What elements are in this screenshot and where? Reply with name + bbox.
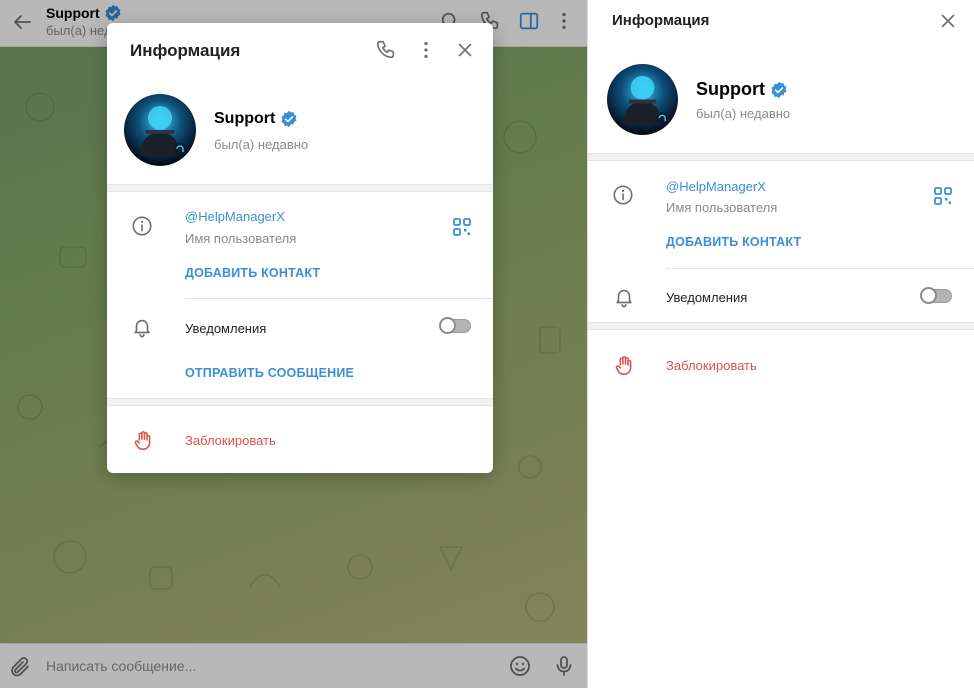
- notifications-label: Уведомления: [185, 321, 267, 336]
- info-icon: [613, 185, 633, 205]
- contact-name-text: Support: [214, 110, 276, 127]
- avatar[interactable]: [607, 64, 678, 135]
- block-button[interactable]: Заблокировать: [666, 358, 757, 373]
- more-vertical-icon[interactable]: [415, 39, 437, 61]
- verified-badge-icon: [281, 110, 297, 128]
- contact-name: Support: [696, 79, 788, 100]
- username-label: Имя пользователя: [666, 200, 778, 215]
- info-icon: [132, 216, 152, 236]
- close-icon[interactable]: [937, 10, 959, 32]
- notifications-toggle[interactable]: [920, 287, 952, 304]
- add-contact-button[interactable]: ДОБАВИТЬ КОНТАКТ: [666, 235, 801, 249]
- row-divider: [185, 298, 493, 299]
- qr-code-icon[interactable]: [452, 217, 472, 237]
- side-panel-title: Информация: [612, 12, 710, 29]
- qr-code-icon[interactable]: [933, 186, 953, 206]
- verified-badge-icon: [771, 81, 787, 98]
- bell-icon: [134, 319, 150, 338]
- send-message-button[interactable]: ОТПРАВИТЬ СООБЩЕНИЕ: [185, 366, 354, 380]
- add-contact-button[interactable]: ДОБАВИТЬ КОНТАКТ: [185, 266, 320, 280]
- row-divider: [666, 268, 974, 269]
- modal-title: Информация: [130, 41, 241, 60]
- phone-icon[interactable]: [375, 39, 397, 61]
- section-divider: [588, 322, 974, 330]
- block-button[interactable]: Заблокировать: [185, 433, 276, 448]
- avatar[interactable]: [124, 94, 196, 166]
- username-link[interactable]: @HelpManagerX: [185, 209, 285, 224]
- notifications-toggle[interactable]: [439, 317, 471, 334]
- contact-name-text: Support: [696, 79, 765, 99]
- contact-status: был(а) недавно: [214, 137, 309, 152]
- section-divider: [588, 153, 974, 161]
- block-hand-icon: [134, 431, 151, 450]
- contact-status: был(а) недавно: [696, 106, 791, 121]
- section-divider: [107, 398, 493, 406]
- info-modal: Информация Support был(а) недавно @HelpM…: [107, 23, 493, 473]
- info-side-panel: Информация Support был(а) недавно @HelpM…: [587, 0, 974, 688]
- toggle-knob: [439, 317, 456, 334]
- close-icon[interactable]: [454, 39, 476, 61]
- notifications-label: Уведомления: [666, 290, 748, 305]
- contact-name: Support: [214, 110, 298, 128]
- toggle-track: [439, 317, 471, 334]
- bell-icon: [616, 289, 632, 308]
- block-hand-icon: [615, 356, 632, 375]
- section-divider: [107, 184, 493, 192]
- username-label: Имя пользователя: [185, 231, 297, 246]
- toggle-knob: [920, 287, 937, 304]
- username-link[interactable]: @HelpManagerX: [666, 179, 766, 194]
- toggle-track: [920, 287, 952, 304]
